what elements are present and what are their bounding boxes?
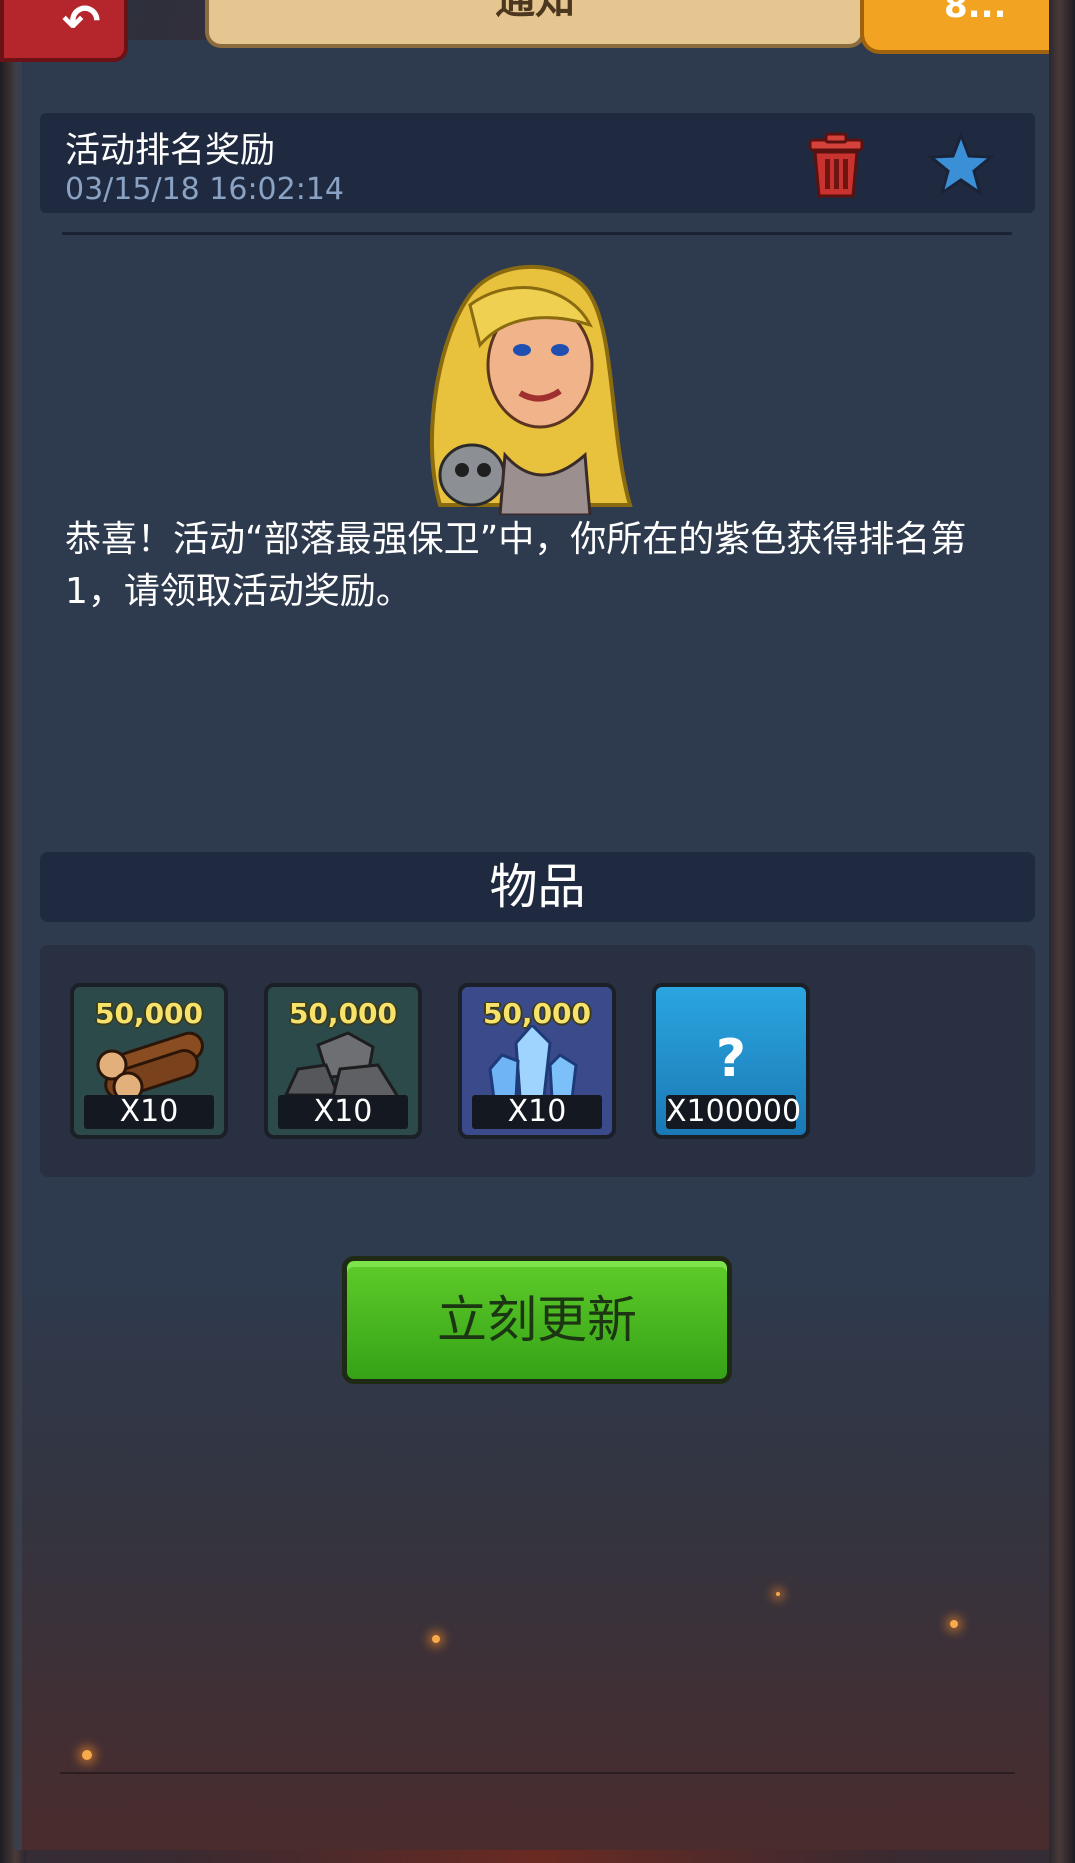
question-icon: ? bbox=[715, 1029, 747, 1089]
advisor-portrait bbox=[429, 264, 633, 515]
reward-item-mystery[interactable]: ? X100000 bbox=[652, 983, 810, 1139]
reward-item-wood[interactable]: 50,000 X10 bbox=[70, 983, 228, 1139]
mail-date: 03/15/18 16:02:14 bbox=[65, 172, 345, 207]
items-section-header: 物品 bbox=[40, 852, 1035, 922]
reward-item-stone[interactable]: 50,000 X10 bbox=[264, 983, 422, 1139]
header-divider bbox=[62, 232, 1012, 235]
item-quantity: X10 bbox=[278, 1095, 408, 1129]
items-section-label: 物品 bbox=[489, 859, 586, 915]
back-button[interactable]: ↶ bbox=[0, 0, 128, 62]
page-title-text: 通知 bbox=[495, 0, 575, 23]
page-title: 通知 bbox=[205, 0, 865, 48]
back-arrow-icon: ↶ bbox=[62, 0, 101, 48]
mail-title: 活动排名奖励 bbox=[65, 131, 276, 171]
ember-particle bbox=[776, 1592, 780, 1596]
game-window: ↶ 通知 8... 活动排名奖励 03/15/18 16:02:14 恭喜！活动… bbox=[0, 0, 1075, 1863]
item-quantity: X10 bbox=[84, 1095, 214, 1129]
stone-icon bbox=[283, 1031, 401, 1099]
crystal-icon bbox=[488, 1025, 578, 1101]
update-now-button[interactable]: 立刻更新 bbox=[342, 1256, 732, 1384]
ember-particle bbox=[950, 1620, 958, 1628]
add-resource-button[interactable]: 8... bbox=[860, 0, 1075, 54]
mail-message: 恭喜！活动“部落最强保卫”中，你所在的紫色获得排名第1，请领取活动奖励。 bbox=[65, 519, 967, 612]
star-icon[interactable] bbox=[928, 132, 994, 198]
wood-icon bbox=[96, 1031, 204, 1103]
item-quantity: X100000 bbox=[666, 1094, 802, 1129]
bottom-divider bbox=[60, 1772, 1015, 1774]
corner-label: 8... bbox=[944, 0, 1007, 26]
trash-icon[interactable] bbox=[808, 132, 864, 200]
item-quantity: X10 bbox=[472, 1095, 602, 1129]
update-now-label: 立刻更新 bbox=[437, 1291, 637, 1349]
ember-particle bbox=[432, 1635, 440, 1643]
reward-item-crystal[interactable]: 50,000 X10 bbox=[458, 983, 616, 1139]
ember-particle bbox=[82, 1750, 92, 1760]
